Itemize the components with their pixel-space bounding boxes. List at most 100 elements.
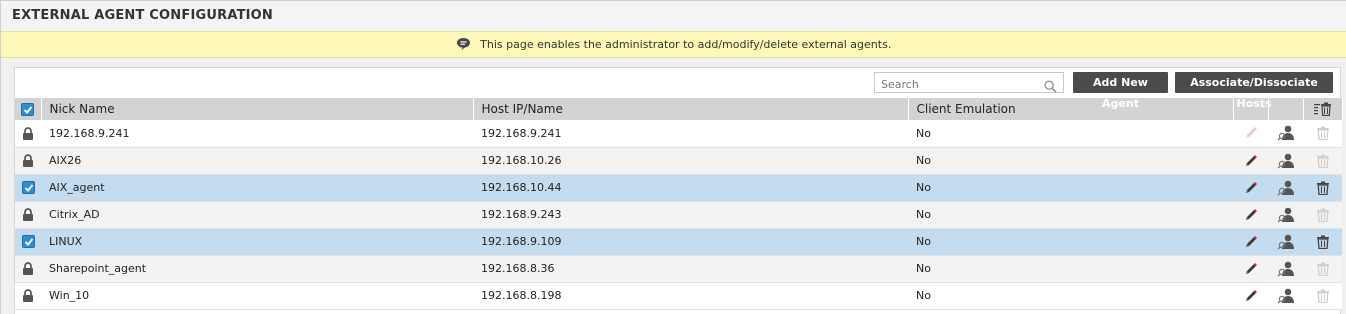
nick-name-text: AIX26: [49, 154, 82, 167]
associate-hosts-icon[interactable]: [1277, 180, 1295, 195]
page-title: EXTERNAL AGENT CONFIGURATION: [1, 1, 1346, 31]
edit-cell: [1233, 282, 1268, 309]
lock-icon: [22, 262, 34, 276]
associate-hosts-icon[interactable]: [1277, 207, 1295, 222]
row-checkbox[interactable]: [21, 181, 35, 195]
associate-cell: [1268, 147, 1303, 174]
edit-icon[interactable]: [1244, 181, 1258, 194]
associate-dissociate-hosts-button[interactable]: Associate/Dissociate Hosts: [1175, 72, 1333, 110]
host-cell: 192.168.9.241: [473, 120, 908, 147]
host-text: 192.168.8.198: [481, 289, 562, 302]
client-emulation-text: No: [916, 289, 931, 302]
delete-icon: [1316, 289, 1329, 303]
table-row[interactable]: AIX26 192.168.10.26 No: [15, 147, 1342, 174]
delete-cell: [1303, 282, 1342, 309]
delete-cell: [1303, 147, 1342, 174]
associate-hosts-icon[interactable]: [1277, 261, 1295, 276]
associate-hosts-icon[interactable]: [1277, 288, 1295, 303]
associate-hosts-icon[interactable]: [1277, 234, 1295, 249]
associate-cell: [1268, 228, 1303, 255]
edit-icon[interactable]: [1244, 235, 1258, 248]
edit-cell: [1233, 174, 1268, 201]
nick-name-text: Sharepoint_agent: [49, 262, 147, 275]
host-text: 192.168.10.26: [481, 154, 562, 167]
edit-cell: [1233, 147, 1268, 174]
host-cell: 192.168.9.243: [473, 201, 908, 228]
search-input[interactable]: [875, 75, 1040, 94]
nick-name-cell: LINUX: [41, 228, 473, 255]
search-box: [874, 72, 1064, 95]
nick-name-cell: AIX26: [41, 147, 473, 174]
host-cell: 192.168.9.109: [473, 228, 908, 255]
nick-name-text: 192.168.9.241: [49, 126, 130, 140]
delete-icon[interactable]: [1316, 235, 1329, 249]
client-emulation-text: No: [916, 126, 931, 140]
table-row[interactable]: Win_10 192.168.8.198 No: [15, 282, 1342, 309]
associate-cell: [1268, 120, 1303, 147]
edit-icon: [1244, 126, 1258, 139]
edit-icon[interactable]: [1244, 262, 1258, 275]
page: EXTERNAL AGENT CONFIGURATION This page e…: [0, 0, 1346, 314]
delete-icon: [1316, 154, 1329, 168]
table-row[interactable]: LINUX 192.168.9.109 No: [15, 228, 1342, 255]
host-text: 192.168.9.241: [481, 126, 562, 140]
associate-cell: [1268, 201, 1303, 228]
select-all-cell: [15, 98, 42, 120]
nick-name-text: AIX_agent: [49, 181, 105, 194]
nick-name-cell: Citrix_AD: [41, 201, 473, 228]
client-emulation-text: No: [916, 181, 931, 194]
edit-icon[interactable]: [1244, 154, 1258, 167]
nick-name-cell: AIX_agent: [41, 174, 473, 201]
associate-hosts-icon[interactable]: [1277, 125, 1295, 141]
lock-icon: [22, 154, 34, 168]
nick-name-cell: Sharepoint_agent: [41, 255, 473, 282]
nick-name-cell: 192.168.9.241: [41, 120, 473, 147]
delete-cell: [1303, 228, 1342, 255]
client-emulation-cell: No: [908, 255, 1233, 282]
table-row[interactable]: Sharepoint_agent 192.168.8.36 No: [15, 255, 1342, 282]
select-all-checkbox[interactable]: [21, 103, 35, 116]
row-select-cell: [15, 147, 41, 174]
delete-icon: [1316, 262, 1329, 276]
delete-icon[interactable]: [1316, 181, 1329, 195]
delete-cell: [1303, 120, 1342, 147]
info-banner: This page enables the administrator to a…: [1, 31, 1346, 58]
lock-icon: [22, 127, 34, 140]
toolbar: Add New Agent Associate/Dissociate Hosts: [15, 68, 1340, 110]
edit-cell: [1233, 201, 1268, 228]
associate-hosts-icon[interactable]: [1277, 153, 1295, 168]
search-icon[interactable]: [1044, 76, 1057, 95]
delete-cell: [1303, 255, 1342, 282]
info-text: This page enables the administrator to a…: [480, 38, 892, 51]
table-row[interactable]: 192.168.9.241 192.168.9.241 No: [15, 120, 1342, 147]
row-checkbox[interactable]: [21, 235, 35, 249]
column-header-host[interactable]: Host IP/Name: [473, 98, 909, 120]
delete-icon: [1316, 126, 1329, 141]
edit-cell: [1233, 120, 1268, 147]
host-text: 192.168.9.109: [481, 235, 562, 248]
client-emulation-text: No: [916, 208, 931, 221]
edit-icon[interactable]: [1244, 289, 1258, 302]
table-row[interactable]: Citrix_AD 192.168.9.243 No: [15, 201, 1342, 228]
host-text: 192.168.8.36: [481, 262, 555, 275]
column-header-nick-name[interactable]: Nick Name: [41, 98, 474, 120]
column-header-associate: [1268, 98, 1304, 120]
agents-table: Nick Name Host IP/Name Client Emulation …: [15, 98, 1343, 310]
edit-icon[interactable]: [1244, 208, 1258, 221]
bulk-delete-icon[interactable]: [1313, 102, 1332, 117]
row-select-cell: [15, 228, 41, 255]
row-select-cell: [15, 255, 41, 282]
host-cell: 192.168.10.26: [473, 147, 908, 174]
row-select-cell: [15, 282, 41, 309]
client-emulation-cell: No: [908, 228, 1233, 255]
row-select-cell: [15, 120, 41, 147]
host-cell: 192.168.10.44: [473, 174, 908, 201]
add-new-agent-button[interactable]: Add New Agent: [1073, 72, 1168, 110]
client-emulation-cell: No: [908, 174, 1233, 201]
table-row[interactable]: AIX_agent 192.168.10.44 No: [15, 174, 1342, 201]
host-text: 192.168.9.243: [481, 208, 562, 221]
client-emulation-text: No: [916, 262, 931, 275]
column-header-client-emulation[interactable]: Client Emulation: [908, 98, 1234, 120]
client-emulation-cell: No: [908, 147, 1233, 174]
associate-cell: [1268, 255, 1303, 282]
